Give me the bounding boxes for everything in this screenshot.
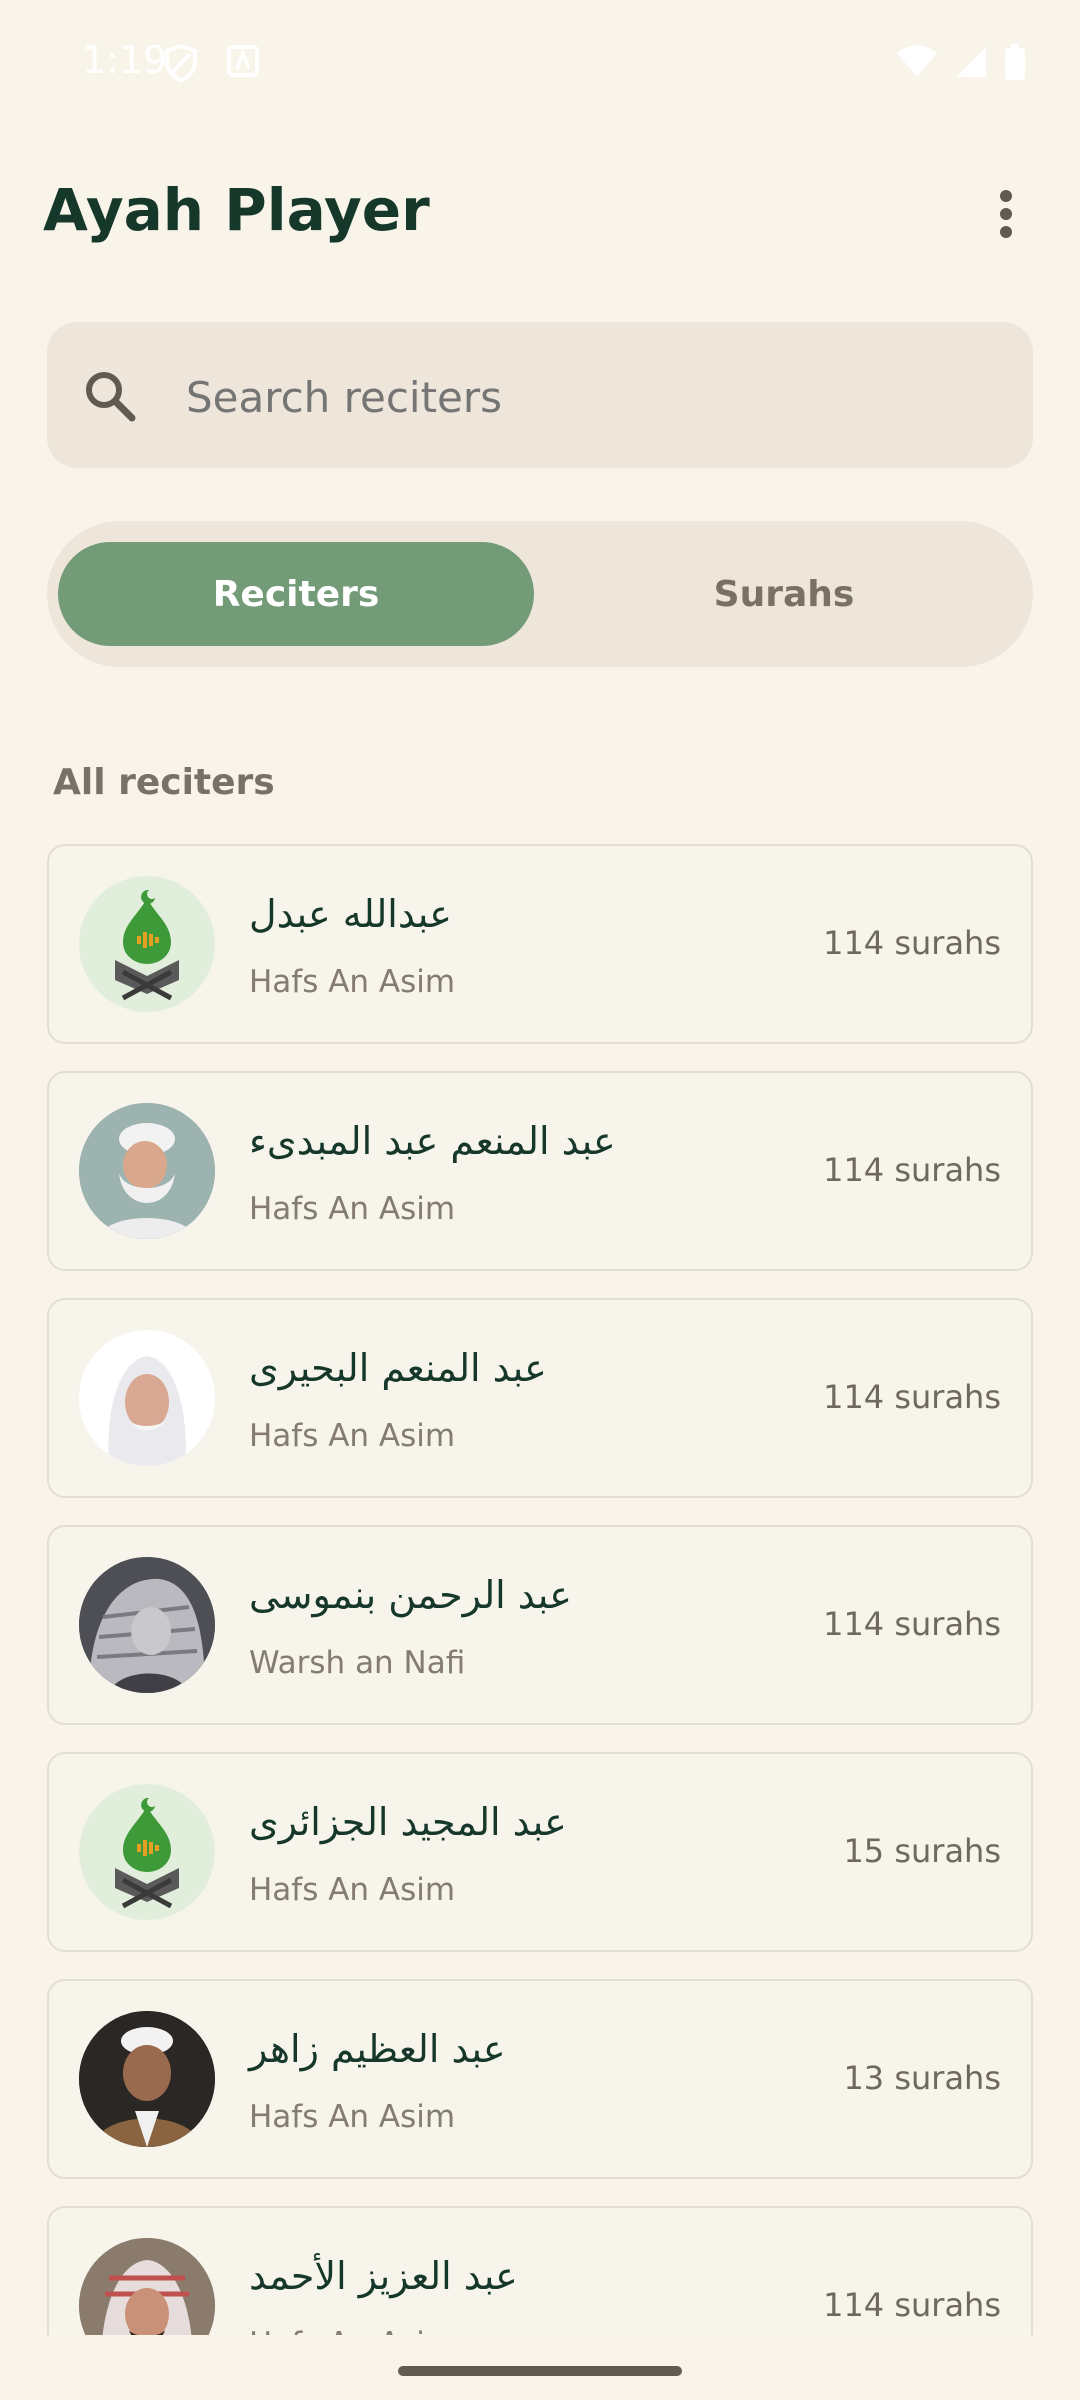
tab-reciters[interactable]: Reciters	[58, 542, 534, 646]
reciter-avatar	[79, 2238, 215, 2335]
reciter-name: عبد المجيد الجزائرى	[249, 1800, 567, 1844]
surah-count: 114 surahs	[823, 2286, 1001, 2324]
signal-icon	[954, 45, 988, 83]
reciter-photo-icon	[79, 2011, 215, 2147]
search-icon	[82, 368, 138, 428]
reciter-card[interactable]: عبد العظيم زاهر Hafs An Asim 13 surahs	[47, 1979, 1033, 2179]
search-input[interactable]	[184, 368, 988, 426]
more-vert-icon	[1000, 190, 1012, 238]
reciter-avatar	[79, 1103, 215, 1239]
reciter-card[interactable]: عبد الرحمن بنموسى Warsh an Nafi 114 sura…	[47, 1525, 1033, 1725]
reciter-riwaya: Hafs An Asim	[249, 2099, 456, 2135]
app-logo-icon	[115, 889, 179, 1001]
surah-count: 15 surahs	[843, 1832, 1001, 1870]
reciter-card[interactable]: عبدالله عبدل Hafs An Asim 114 surahs	[47, 844, 1033, 1044]
reciter-name: عبد الرحمن بنموسى	[249, 1573, 572, 1617]
shield-icon	[164, 43, 198, 86]
reciter-riwaya: Hafs An Asim	[249, 1418, 456, 1454]
reciter-riwaya: Hafs An Asim	[249, 1191, 456, 1227]
surah-count: 114 surahs	[823, 1151, 1001, 1189]
reciter-card[interactable]: عبد العزيز الأحمد Hafs An Asim 114 surah…	[47, 2206, 1033, 2335]
reciter-riwaya: Hafs An Asim	[249, 2326, 455, 2335]
reciter-avatar	[79, 1784, 215, 1920]
reciter-riwaya: Warsh an Nafi	[249, 1645, 466, 1681]
reciter-name: عبد المنعم البحيرى	[249, 1346, 547, 1390]
reciter-card[interactable]: عبد المنعم البحيرى Hafs An Asim 114 sura…	[47, 1298, 1033, 1498]
status-right-icons	[896, 44, 1026, 84]
reciter-photo-icon	[79, 1103, 215, 1239]
reciter-photo-icon	[79, 2238, 215, 2335]
section-label: All reciters	[53, 762, 275, 803]
reciter-riwaya: Hafs An Asim	[249, 964, 456, 1000]
reciter-card[interactable]: عبد المجيد الجزائرى Hafs An Asim 15 sura…	[47, 1752, 1033, 1952]
tab-surahs[interactable]: Surahs	[546, 542, 1022, 646]
more-options-button[interactable]	[976, 184, 1036, 244]
wifi-icon	[896, 45, 938, 83]
reciter-name: عبد العظيم زاهر	[249, 2027, 506, 2071]
surah-count: 114 surahs	[823, 1605, 1001, 1643]
home-indicator[interactable]	[398, 2366, 682, 2376]
reciter-avatar	[79, 1330, 215, 1466]
reciter-photo-icon	[79, 1330, 215, 1466]
app-logo-icon	[115, 1797, 179, 1909]
reciter-avatar	[79, 876, 215, 1012]
reciter-photo-icon	[79, 1557, 215, 1693]
reciter-list[interactable]: عبدالله عبدل Hafs An Asim 114 surahs عبد…	[47, 844, 1033, 2335]
reciter-name: عبدالله عبدل	[249, 892, 452, 936]
reciter-riwaya: Hafs An Asim	[249, 1872, 456, 1908]
reciter-avatar	[79, 1557, 215, 1693]
status-left-icons	[164, 43, 260, 86]
reciter-name: عبد المنعم عبد المبدىء	[249, 1119, 616, 1163]
surah-count: 114 surahs	[823, 1378, 1001, 1416]
a-badge-icon	[226, 44, 260, 86]
surah-count: 114 surahs	[823, 924, 1001, 962]
reciter-avatar	[79, 2011, 215, 2147]
battery-icon	[1004, 44, 1026, 84]
status-bar: 1:19	[0, 0, 1080, 130]
status-time: 1:19	[82, 38, 168, 82]
app-title: Ayah Player	[43, 176, 430, 244]
reciter-name: عبد العزيز الأحمد	[249, 2254, 518, 2298]
surah-count: 13 surahs	[843, 2059, 1001, 2097]
reciter-card[interactable]: عبد المنعم عبد المبدىء Hafs An Asim 114 …	[47, 1071, 1033, 1271]
